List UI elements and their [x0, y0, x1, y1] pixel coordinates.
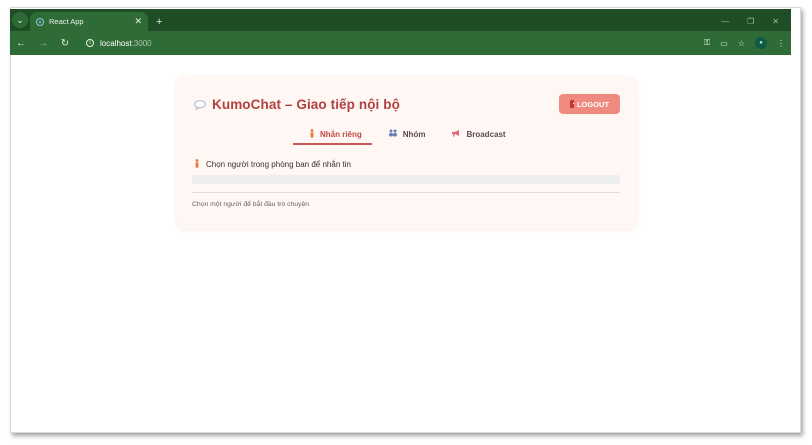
browser-tab[interactable]: React App ✕ — [30, 12, 148, 31]
speech-bubble-icon — [194, 99, 206, 110]
forward-icon[interactable]: → — [38, 38, 48, 49]
bookmark-star-icon[interactable]: ☆ — [738, 39, 745, 48]
app-title: KumoChat – Giao tiếp nội bộ — [212, 96, 400, 112]
megaphone-icon — [451, 129, 461, 139]
window-controls: — ❐ ✕ — [721, 17, 779, 26]
select-person-prompt: Chọn người trong phòng ban để nhắn tin — [194, 159, 351, 170]
tab-group[interactable]: Nhóm — [372, 124, 436, 144]
toolbar-actions: ⚿ ▭ ☆ ● ⋮ — [704, 37, 785, 49]
reload-icon[interactable]: ↻ — [60, 38, 70, 49]
password-key-icon[interactable]: ⚿ — [704, 38, 710, 48]
url-host: localhost — [100, 38, 132, 48]
browser-menu-icon[interactable]: ⋮ — [777, 39, 785, 48]
browser-tab-title: React App — [49, 17, 84, 26]
department-user-list[interactable] — [192, 175, 620, 184]
close-window-icon[interactable]: ✕ — [772, 17, 779, 26]
person-icon — [309, 128, 315, 140]
app-header: KumoChat – Giao tiếp nội bộ LOGOUT — [194, 93, 620, 115]
divider — [192, 192, 620, 193]
profile-avatar-icon[interactable]: ● — [755, 37, 767, 49]
chat-mode-tabs: Nhắn riêng Nhóm Broadcast — [293, 124, 516, 145]
site-info-icon[interactable]: i — [86, 39, 94, 47]
person-icon — [194, 159, 200, 170]
tab-broadcast[interactable]: Broadcast — [435, 124, 515, 144]
browser-tabstrip: ⌄ React App ✕ + — ❐ ✕ — [10, 9, 791, 31]
address-bar[interactable]: i localhost:3000 — [86, 39, 152, 48]
door-icon — [569, 100, 574, 108]
group-icon — [388, 129, 398, 139]
tab-label: Nhắn riêng — [320, 129, 362, 139]
prompt-text: Chọn người trong phòng ban để nhắn tin — [206, 160, 351, 169]
tab-close-icon[interactable]: ✕ — [134, 16, 142, 27]
tab-label: Nhóm — [402, 129, 426, 139]
minimize-icon[interactable]: — — [721, 17, 729, 26]
logout-label: LOGOUT — [576, 99, 610, 109]
empty-chat-hint: Chọn một người để bắt đầu trò chuyện — [192, 201, 310, 208]
restore-icon[interactable]: ❐ — [747, 17, 754, 26]
chat-card: KumoChat – Giao tiếp nội bộ LOGOUT Nhắn … — [176, 76, 637, 229]
tab-search-icon[interactable]: ⌄ — [12, 12, 28, 28]
url-port: :3000 — [131, 38, 152, 48]
browser-toolbar: ← → ↻ i localhost:3000 ⚿ ▭ ☆ ● ⋮ — [10, 31, 791, 55]
cast-icon[interactable]: ▭ — [720, 39, 728, 48]
new-tab-icon[interactable]: + — [156, 16, 162, 28]
tab-private-message[interactable]: Nhắn riêng — [293, 124, 372, 145]
react-favicon-icon — [36, 17, 44, 26]
back-icon[interactable]: ← — [16, 38, 26, 49]
tab-label: Broadcast — [466, 129, 506, 139]
logout-button[interactable]: LOGOUT — [559, 94, 620, 114]
